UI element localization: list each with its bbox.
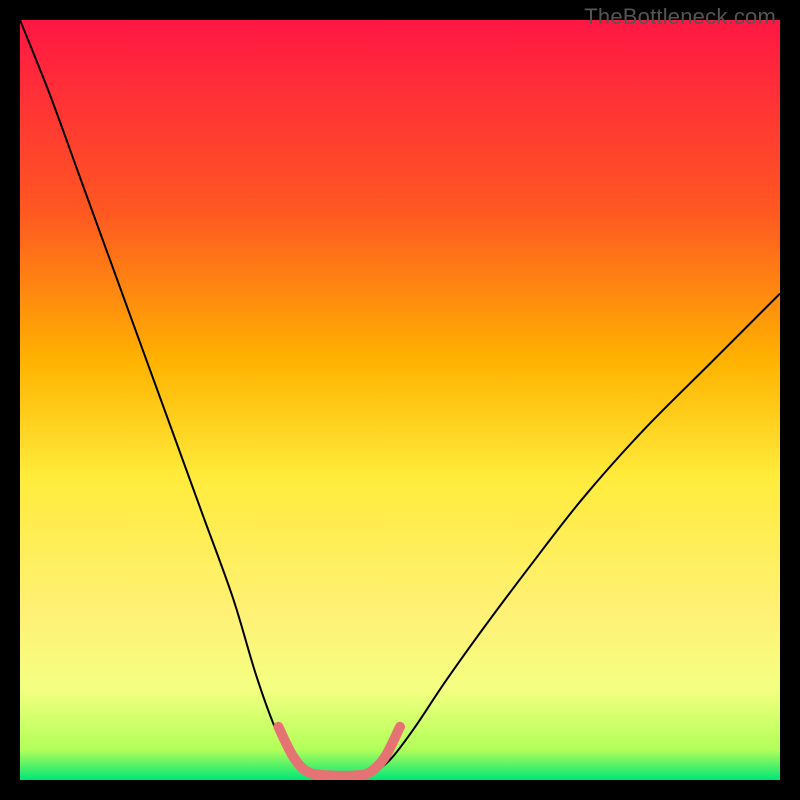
gradient-background xyxy=(20,20,780,780)
chart-svg xyxy=(20,20,780,780)
chart-frame: TheBottleneck.com xyxy=(0,0,800,800)
watermark-text: TheBottleneck.com xyxy=(584,4,776,30)
plot-area xyxy=(20,20,780,780)
